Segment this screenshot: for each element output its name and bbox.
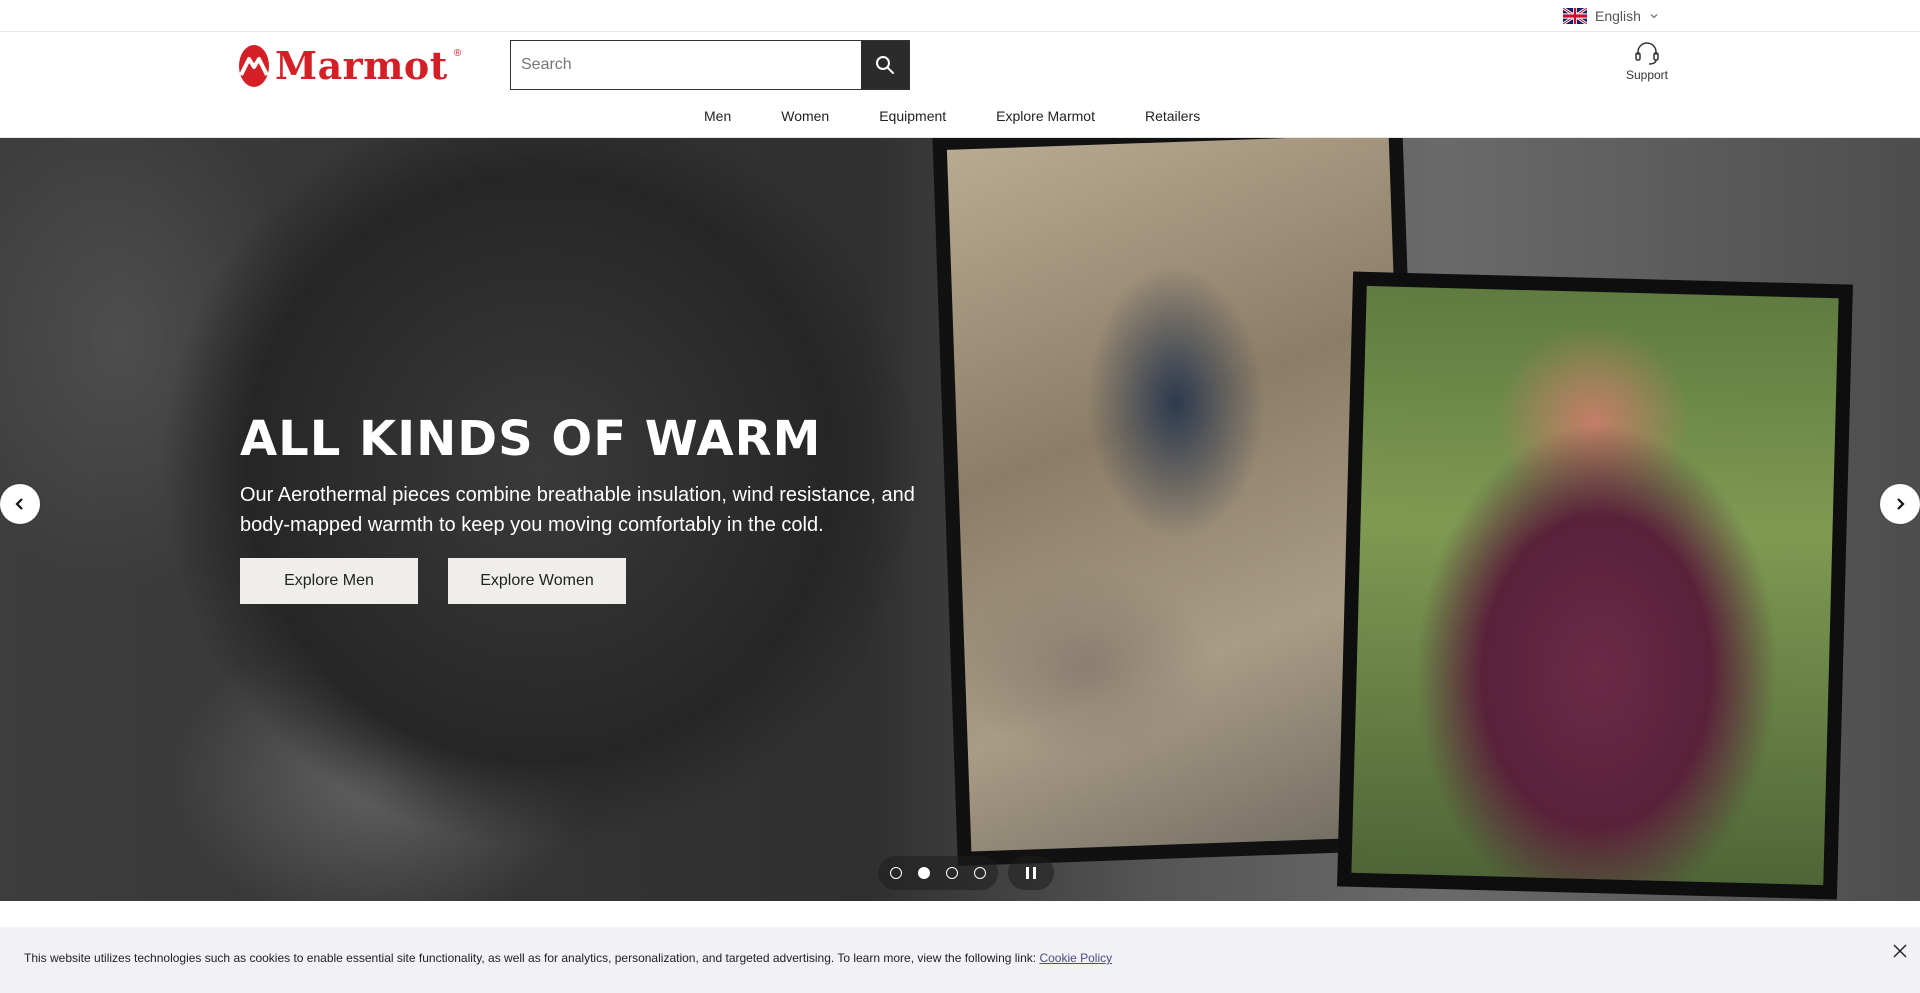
carousel-dot-3[interactable] — [946, 867, 958, 879]
hero-carousel: ALL KINDS OF WARM Our Aerothermal pieces… — [0, 138, 1920, 901]
carousel-dot-4[interactable] — [974, 867, 986, 879]
search-button[interactable] — [861, 41, 909, 89]
chevron-down-icon — [1650, 14, 1658, 19]
hero-description: Our Aerothermal pieces combine breathabl… — [240, 484, 915, 536]
marmot-logo[interactable]: Marmot ® — [239, 43, 461, 88]
search-bar — [510, 40, 910, 90]
hero-buttons: Explore Men Explore Women — [240, 558, 960, 604]
carousel-dot-2[interactable] — [918, 867, 930, 879]
registered-mark: ® — [453, 48, 462, 59]
nav-item-retailers[interactable]: Retailers — [1145, 104, 1200, 128]
cookie-policy-link[interactable]: Cookie Policy — [1039, 951, 1112, 965]
marmot-mountain-icon — [239, 45, 269, 87]
main-navigation: Men Women Equipment Explore Marmot Retai… — [0, 104, 1920, 138]
close-icon — [1893, 944, 1907, 958]
site-header: Marmot ® Support Men Women Equipment Exp… — [0, 32, 1920, 138]
hero-title: ALL KINDS OF WARM — [240, 411, 822, 467]
language-label: English — [1595, 8, 1641, 24]
pause-icon-bar — [1033, 867, 1036, 879]
hero-content: ALL KINDS OF WARM Our Aerothermal pieces… — [240, 410, 960, 604]
nav-item-men[interactable]: Men — [704, 104, 731, 128]
pause-icon — [1026, 867, 1029, 879]
search-input[interactable] — [511, 41, 861, 89]
explore-women-button[interactable]: Explore Women — [448, 558, 626, 604]
carousel-prev-button[interactable] — [0, 484, 40, 524]
support-link[interactable]: Support — [1620, 42, 1674, 82]
search-icon — [876, 56, 894, 74]
carousel-pause-button[interactable] — [1008, 856, 1054, 890]
carousel-next-button[interactable] — [1880, 484, 1920, 524]
cookie-banner: This website utilizes technologies such … — [0, 927, 1920, 993]
chevron-right-icon — [1897, 498, 1905, 510]
chevron-left-icon — [15, 498, 23, 510]
support-label: Support — [1625, 68, 1669, 82]
nav-item-explore-marmot[interactable]: Explore Marmot — [996, 104, 1095, 128]
utility-bar: English — [0, 0, 1920, 32]
cookie-message: This website utilizes technologies such … — [24, 951, 1112, 965]
cookie-text: This website utilizes technologies such … — [24, 951, 1040, 965]
nav-item-women[interactable]: Women — [781, 104, 829, 128]
explore-men-button[interactable]: Explore Men — [240, 558, 418, 604]
uk-flag-icon — [1563, 8, 1587, 24]
cookie-close-button[interactable] — [1890, 941, 1910, 961]
headset-icon — [1635, 42, 1659, 65]
brand-name: Marmot — [275, 43, 448, 88]
hero-photo-woman — [1337, 271, 1853, 900]
carousel-dot-1[interactable] — [890, 867, 902, 879]
language-selector[interactable]: English — [1563, 6, 1659, 26]
nav-item-equipment[interactable]: Equipment — [879, 104, 946, 128]
carousel-dots — [878, 856, 998, 890]
